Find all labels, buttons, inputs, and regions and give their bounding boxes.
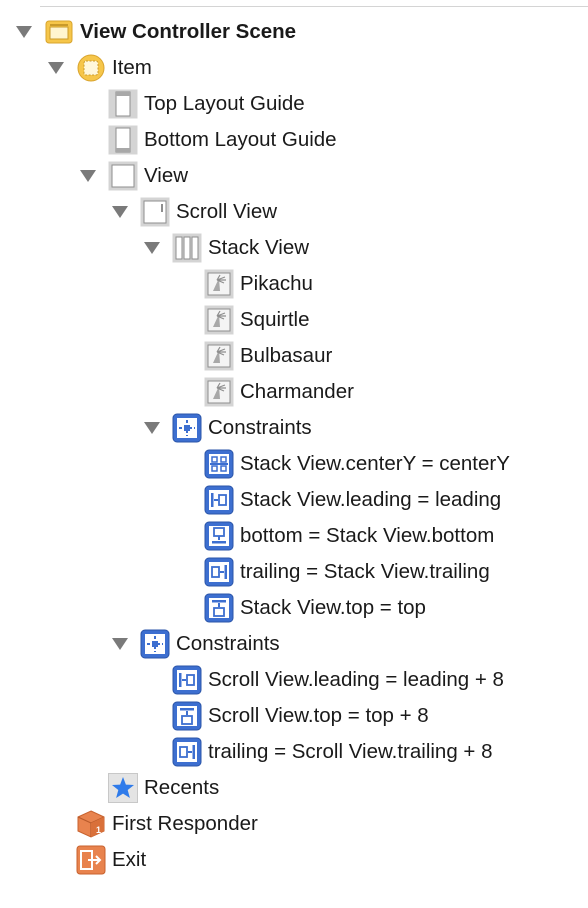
stack-view-icon	[172, 233, 202, 263]
constraint-trailing-icon	[172, 737, 202, 767]
outline-row-constraint[interactable]: trailing = Stack View.trailing	[0, 554, 588, 590]
outline-row-constraint[interactable]: trailing = Scroll View.trailing + 8	[0, 734, 588, 770]
view-icon	[108, 161, 138, 191]
constraint-label: trailing = Scroll View.trailing + 8	[208, 740, 493, 763]
star-icon	[108, 773, 138, 803]
outline-row-constraints[interactable]: Constraints	[0, 626, 588, 662]
constraints-label: Constraints	[208, 416, 312, 439]
document-outline: View Controller Scene Item Top Layout Gu…	[0, 14, 588, 878]
outline-row-constraint[interactable]: bottom = Stack View.bottom	[0, 518, 588, 554]
recents-label: Recents	[144, 776, 220, 799]
constraint-label: bottom = Stack View.bottom	[240, 524, 495, 547]
outline-row-scene[interactable]: View Controller Scene	[0, 14, 588, 50]
exit-icon	[76, 845, 106, 875]
outline-row-top-layout-guide[interactable]: Top Layout Guide	[0, 86, 588, 122]
outline-row-constraint[interactable]: Scroll View.top = top + 8	[0, 698, 588, 734]
view-controller-icon	[76, 53, 106, 83]
outline-row-first-responder[interactable]: 1 First Responder	[0, 806, 588, 842]
item-label: Item	[112, 56, 152, 79]
bottom-layout-guide-label: Bottom Layout Guide	[144, 128, 337, 151]
constraint-label: Stack View.top = top	[240, 596, 426, 619]
constraint-label: Scroll View.leading = leading + 8	[208, 668, 504, 691]
constraints-label: Constraints	[176, 632, 280, 655]
disclosure-triangle-icon[interactable]	[80, 170, 96, 182]
image-view-icon	[204, 305, 234, 335]
image-view-label: Pikachu	[240, 272, 313, 295]
disclosure-triangle-icon[interactable]	[144, 242, 160, 254]
outline-row-constraint[interactable]: Stack View.centerY = centerY	[0, 446, 588, 482]
constraint-label: Stack View.leading = leading	[240, 488, 502, 511]
disclosure-triangle-icon[interactable]	[48, 62, 64, 74]
constraints-group-icon	[140, 629, 170, 659]
constraint-leading-icon	[172, 665, 202, 695]
outline-row-exit[interactable]: Exit	[0, 842, 588, 878]
constraint-top-icon	[204, 593, 234, 623]
outline-row-constraints[interactable]: Constraints	[0, 410, 588, 446]
disclosure-triangle-icon[interactable]	[112, 206, 128, 218]
constraint-center-y-icon	[204, 449, 234, 479]
disclosure-triangle-icon[interactable]	[144, 422, 160, 434]
layout-guide-bottom-icon	[108, 125, 138, 155]
outline-row-stack-view[interactable]: Stack View	[0, 230, 588, 266]
stack-view-label: Stack View	[208, 236, 310, 259]
outline-row-bottom-layout-guide[interactable]: Bottom Layout Guide	[0, 122, 588, 158]
constraint-bottom-icon	[204, 521, 234, 551]
outline-row-recents[interactable]: Recents	[0, 770, 588, 806]
first-responder-label: First Responder	[112, 812, 258, 835]
disclosure-triangle-icon[interactable]	[16, 26, 32, 38]
image-view-label: Charmander	[240, 380, 354, 403]
constraints-group-icon	[172, 413, 202, 443]
scene-icon	[44, 17, 74, 47]
outline-row-constraint[interactable]: Scroll View.leading = leading + 8	[0, 662, 588, 698]
disclosure-triangle-icon[interactable]	[112, 638, 128, 650]
top-layout-guide-label: Top Layout Guide	[144, 92, 305, 115]
view-label: View	[144, 164, 189, 187]
scene-title: View Controller Scene	[80, 20, 297, 43]
scroll-view-label: Scroll View	[176, 200, 278, 223]
image-view-icon	[204, 377, 234, 407]
constraint-trailing-icon	[204, 557, 234, 587]
image-view-label: Squirtle	[240, 308, 310, 331]
constraint-label: Stack View.centerY = centerY	[240, 452, 510, 475]
outline-row-view[interactable]: View	[0, 158, 588, 194]
outline-row-constraint[interactable]: Stack View.leading = leading	[0, 482, 588, 518]
exit-label: Exit	[112, 848, 147, 871]
image-view-icon	[204, 269, 234, 299]
scroll-view-icon	[140, 197, 170, 227]
constraint-label: trailing = Stack View.trailing	[240, 560, 490, 583]
layout-guide-top-icon	[108, 89, 138, 119]
constraint-label: Scroll View.top = top + 8	[208, 704, 429, 727]
outline-row-item[interactable]: Item	[0, 50, 588, 86]
image-view-label: Bulbasaur	[240, 344, 333, 367]
constraint-top-icon	[172, 701, 202, 731]
constraint-leading-icon	[204, 485, 234, 515]
outline-row-image-view[interactable]: Pikachu	[0, 266, 588, 302]
outline-row-scroll-view[interactable]: Scroll View	[0, 194, 588, 230]
first-responder-cube-icon: 1	[76, 809, 106, 839]
svg-text:1: 1	[96, 825, 101, 835]
top-divider	[40, 6, 588, 7]
outline-row-image-view[interactable]: Squirtle	[0, 302, 588, 338]
outline-row-constraint[interactable]: Stack View.top = top	[0, 590, 588, 626]
outline-row-image-view[interactable]: Charmander	[0, 374, 588, 410]
outline-row-image-view[interactable]: Bulbasaur	[0, 338, 588, 374]
image-view-icon	[204, 341, 234, 371]
